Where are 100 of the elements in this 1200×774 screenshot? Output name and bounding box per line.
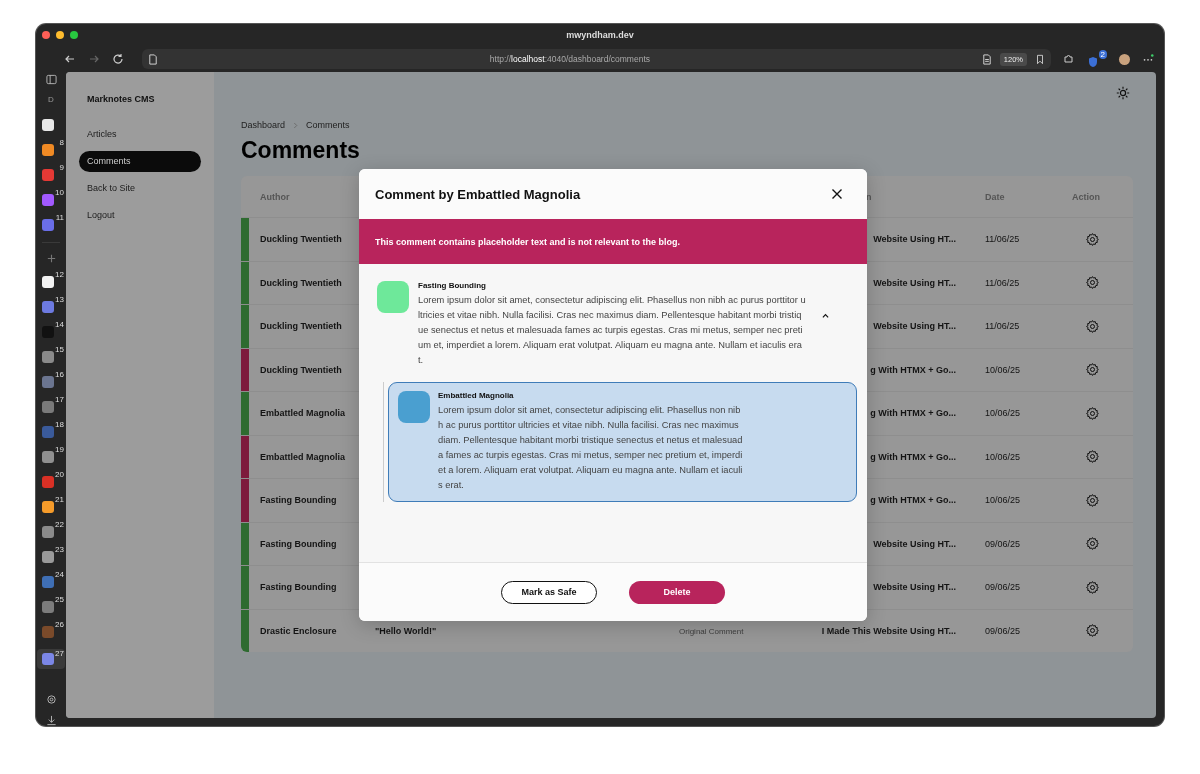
- app-icon[interactable]: [42, 500, 54, 513]
- tab-count: 11: [55, 213, 64, 222]
- tab-count: 15: [55, 345, 64, 354]
- table-cell: g With HTMX + Go...: [870, 451, 956, 462]
- column-header: Action: [1071, 191, 1101, 202]
- zoom-window-button[interactable]: [70, 31, 78, 39]
- settings-icon[interactable]: [1085, 449, 1100, 465]
- tab-count: 16: [55, 370, 64, 379]
- reload-icon[interactable]: [112, 53, 124, 65]
- tab-count: 14: [55, 320, 64, 329]
- sidebar-item[interactable]: Comments: [79, 151, 201, 172]
- tab-count: 24: [55, 570, 64, 579]
- reader-icon[interactable]: [981, 53, 992, 65]
- settings-icon[interactable]: [1085, 405, 1100, 421]
- settings-icon[interactable]: [1085, 536, 1100, 552]
- table-cell-text: Drastic Enclosure: [259, 625, 338, 636]
- table-cell-text: Duckling Twentieth: [259, 364, 343, 375]
- column-header: Author: [259, 191, 291, 202]
- app-title: Marknotes CMS: [86, 94, 156, 104]
- sidebar-toggle-icon[interactable]: [45, 74, 57, 85]
- table-cell-text: Duckling Twentieth: [259, 277, 343, 288]
- app-icon[interactable]: [42, 118, 54, 131]
- settings-icon[interactable]: [1085, 231, 1100, 247]
- back-icon[interactable]: [64, 53, 76, 65]
- window-title: mwyndham.dev: [566, 30, 634, 40]
- tab-count: 8: [59, 138, 64, 147]
- settings-icon[interactable]: [1085, 623, 1100, 639]
- table-cell: g With HTMX + Go...: [870, 408, 956, 419]
- table-cell-text: 10/06/25: [984, 495, 1022, 506]
- breadcrumb-link[interactable]: Comments: [306, 120, 350, 130]
- tab-count: 27: [55, 649, 64, 658]
- table-cell-text: Fasting Bounding: [259, 582, 338, 593]
- table-cell-text: Duckling Twentieth: [259, 321, 343, 332]
- sidebar-item[interactable]: Logout: [79, 205, 201, 226]
- tab-count: 9: [59, 163, 64, 172]
- settings-icon[interactable]: [1085, 492, 1100, 508]
- table-cell: Website Using HT...: [873, 538, 956, 549]
- table-cell-text: 10/06/25: [984, 408, 1022, 419]
- table-cell-text: Duckling Twentieth: [259, 234, 343, 245]
- table-cell: g With HTMX + Go...: [870, 495, 956, 506]
- table-cell-text: 11/06/25: [984, 234, 1021, 245]
- table-cell: I Made This Website Using HT...: [821, 625, 956, 636]
- minimize-window-button[interactable]: [56, 31, 64, 39]
- tab-count: 17: [55, 395, 64, 404]
- table-cell: Website Using HT...: [873, 277, 956, 288]
- sidebar-item[interactable]: Articles: [79, 124, 201, 145]
- tab-count: 13: [55, 295, 64, 304]
- download-icon[interactable]: [45, 715, 57, 726]
- page-title: Comments: [241, 137, 361, 164]
- dock-item-selected[interactable]: 27: [37, 649, 65, 669]
- table-cell-text: Fasting Bounding: [259, 495, 338, 506]
- tab-count: 18: [55, 420, 64, 429]
- profile-avatar[interactable]: [1119, 53, 1130, 65]
- table-cell: "Hello World!": [375, 625, 437, 636]
- table-cell-text: 11/06/25: [984, 277, 1021, 288]
- settings-icon[interactable]: [1085, 362, 1100, 378]
- bookmark-icon[interactable]: [1035, 53, 1045, 65]
- add-icon[interactable]: [45, 253, 57, 264]
- breadcrumb-link[interactable]: Dashboard: [241, 120, 286, 130]
- table-cell-text: Fasting Bounding: [259, 538, 338, 549]
- forward-icon[interactable]: [88, 53, 100, 65]
- table-cell: Website Using HT...: [873, 321, 956, 332]
- column-header: n: [866, 191, 872, 202]
- tab-count: 22: [55, 520, 64, 529]
- column-header: Date: [984, 191, 1006, 202]
- table-cell: g With HTMX + Go...: [870, 364, 956, 375]
- sidebar-item[interactable]: Back to Site: [79, 178, 201, 199]
- close-window-button[interactable]: [42, 31, 50, 39]
- tab-count: 10: [55, 188, 64, 197]
- dock-label: D: [48, 94, 54, 106]
- settings-icon[interactable]: [1085, 275, 1100, 291]
- comment-text: Lorem ipsum dolor sit amet, consectetur adipiscing elit. Phasellus non nibh ac purus porttitor ultricies et vitae nibh. Nulla facilisi. Cras nec maximus diam. Pellentesque habitant morbi tristique senectus et netus et malesuada fames ac turpis egestas. Cras mi metus, semper nec pretium et, imperdiet a lorem. Aliquam erat volutpat. Aliquam eu magna ante. Nullam et iaculis erat.: [438, 404, 744, 492]
- tab-count: 25: [55, 595, 64, 604]
- breadcrumb-separator: [293, 121, 299, 129]
- close-button[interactable]: [831, 188, 843, 200]
- dialog-title: Comment by Embattled Magnolia: [375, 186, 581, 202]
- settings-icon[interactable]: [1085, 579, 1100, 595]
- tab-count: 19: [55, 445, 64, 454]
- table-cell-text: 10/06/25: [984, 451, 1022, 462]
- tab-count: 26: [55, 620, 64, 629]
- mark-safe-button[interactable]: Mark as Safe: [501, 580, 597, 604]
- tab-count: 23: [55, 545, 64, 554]
- table-cell-text: 09/06/25: [984, 625, 1022, 636]
- table-cell-text: Embattled Magnolia: [259, 451, 346, 462]
- table-cell-text: 11/06/25: [984, 321, 1021, 332]
- page-icon: [148, 53, 158, 65]
- app-icon[interactable]: [42, 275, 54, 288]
- settings-icon[interactable]: [1085, 318, 1100, 334]
- table-cell-text: 09/06/25: [984, 538, 1022, 549]
- comment-text: Lorem ipsum dolor sit amet, consectetur adipiscing elit. Phasellus non nibh ac purus porttitor ultricies et vitae nibh. Nulla facilisi. Cras nec maximus diam. Pellentesque habitant morbi tristique senectus et netus et malesuada fames ac turpis egestas. Cras mi metus, semper nec pretium et, imperdiet a lorem. Aliquam erat volutpat. Aliquam eu magna ante. Nullam et iaculis erat.: [418, 294, 806, 367]
- table-cell: Website Using HT...: [873, 582, 956, 593]
- delete-button[interactable]: Delete: [629, 580, 725, 604]
- table-cell: Original Comment: [679, 626, 744, 636]
- collapse-icon[interactable]: [822, 313, 829, 319]
- app-icon[interactable]: [42, 143, 54, 156]
- theme-toggle-icon[interactable]: [1116, 86, 1130, 100]
- table-cell-text: Embattled Magnolia: [259, 408, 346, 419]
- settings-icon[interactable]: [45, 694, 57, 705]
- alert-message: This comment contains placeholder text and is not relevant to the blog.: [375, 236, 681, 247]
- app-icon[interactable]: [42, 550, 54, 563]
